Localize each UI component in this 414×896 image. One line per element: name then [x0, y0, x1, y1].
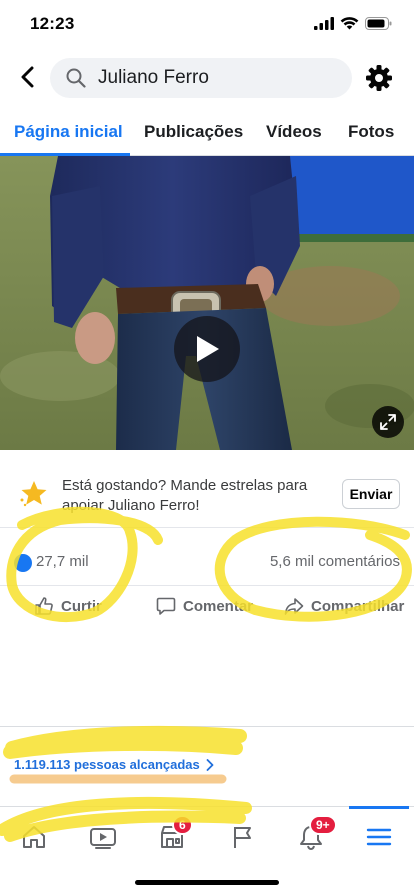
- like-reaction-icon: [14, 554, 32, 572]
- video-player[interactable]: [0, 156, 414, 450]
- nav-home[interactable]: [14, 817, 54, 857]
- stars-promo: Está gostando? Mande estrelas para apoia…: [0, 466, 414, 528]
- cellular-signal-icon: [314, 16, 334, 30]
- reach-section: 1.119.113 pessoas alcançadas: [0, 726, 414, 794]
- comment-label: Comentar: [183, 597, 254, 615]
- status-time: 12:23: [30, 14, 75, 33]
- home-indicator: [135, 880, 279, 885]
- menu-icon: [366, 828, 392, 846]
- search-icon: [66, 68, 86, 88]
- pages-flag-icon: [234, 827, 251, 848]
- search-header: Juliano Ferro: [0, 50, 414, 106]
- status-icons: [314, 16, 392, 30]
- tab-fotos[interactable]: Fotos: [348, 122, 394, 142]
- gear-icon: [366, 65, 392, 91]
- search-input[interactable]: Juliano Ferro: [50, 58, 352, 98]
- people-reached-link[interactable]: 1.119.113 pessoas alcançadas: [14, 757, 214, 772]
- expand-icon: [380, 414, 396, 430]
- people-reached-text: 1.119.113 pessoas alcançadas: [14, 757, 200, 772]
- nav-pages[interactable]: [222, 817, 262, 857]
- video-thumbnail: [0, 156, 414, 450]
- post-actions: Curtir Comentar Compartilhar: [0, 588, 414, 630]
- share-button[interactable]: Compartilhar: [284, 596, 404, 616]
- back-button[interactable]: [14, 62, 40, 92]
- settings-button[interactable]: [364, 63, 394, 93]
- search-query-text: Juliano Ferro: [98, 67, 209, 88]
- tab-videos[interactable]: Vídeos: [266, 122, 322, 142]
- comment-button[interactable]: Comentar: [156, 596, 253, 616]
- reactions-summary[interactable]: 27,7 mil 5,6 mil comentários: [0, 530, 414, 586]
- like-count[interactable]: 27,7 mil: [36, 553, 89, 570]
- profile-tabs: Página inicial Publicações Vídeos Fotos: [0, 112, 414, 156]
- play-button[interactable]: [174, 316, 240, 382]
- fullscreen-button[interactable]: [372, 406, 404, 438]
- like-label: Curtir: [61, 597, 102, 615]
- chevron-right-icon: [206, 758, 214, 771]
- send-stars-button[interactable]: Enviar: [342, 479, 400, 509]
- bottom-navigation: 6 9+: [0, 806, 414, 868]
- play-icon: [197, 336, 219, 362]
- like-button[interactable]: Curtir: [34, 596, 102, 616]
- nav-notifications[interactable]: 9+: [291, 815, 337, 857]
- nav-menu[interactable]: [359, 817, 399, 857]
- watch-icon: [90, 828, 116, 849]
- battery-icon: [365, 16, 392, 30]
- notifications-badge: 9+: [309, 815, 337, 835]
- back-arrow-icon: [21, 66, 34, 88]
- thumbs-up-icon: [35, 597, 53, 615]
- nav-watch[interactable]: [83, 817, 123, 857]
- tab-pagina-inicial[interactable]: Página inicial: [14, 122, 123, 142]
- comment-count[interactable]: 5,6 mil comentários: [270, 553, 400, 570]
- nav-marketplace[interactable]: 6: [152, 815, 193, 857]
- stars-promo-text: Está gostando? Mande estrelas para apoia…: [62, 477, 308, 514]
- share-label: Compartilhar: [311, 597, 405, 615]
- home-icon: [23, 826, 45, 848]
- share-arrow-icon: [284, 598, 304, 615]
- tab-publicacoes[interactable]: Publicações: [144, 122, 243, 142]
- comment-bubble-icon: [156, 597, 176, 615]
- wifi-icon: [340, 17, 359, 30]
- status-bar: 12:23: [0, 0, 414, 50]
- active-nav-indicator: [349, 806, 409, 809]
- marketplace-badge: 6: [172, 815, 193, 835]
- star-icon: [20, 481, 47, 507]
